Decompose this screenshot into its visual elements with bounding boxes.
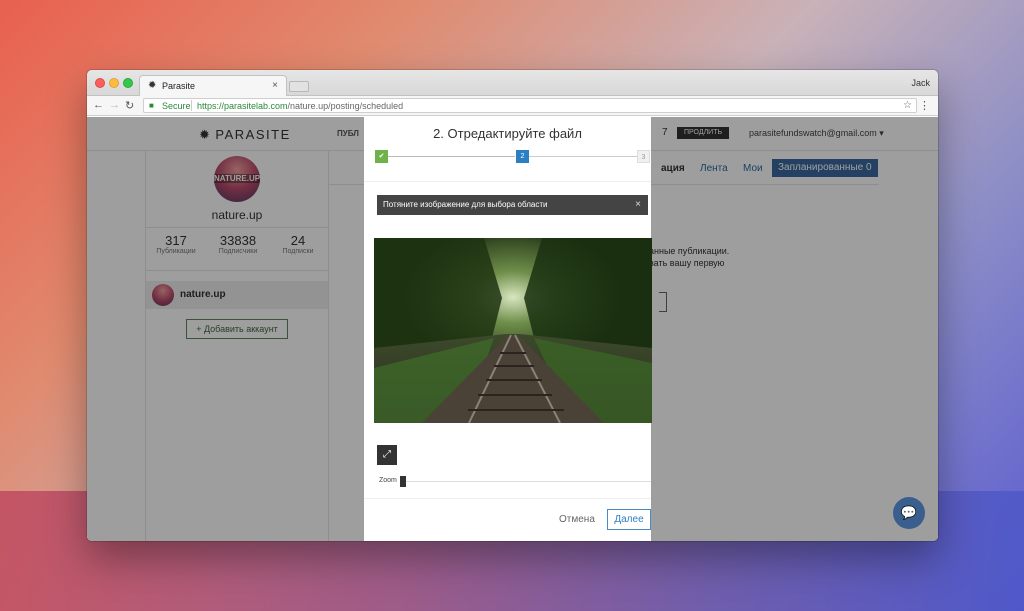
modal-title: 2. Отредактируйте файл xyxy=(433,126,582,141)
railway-forest-photo xyxy=(374,238,652,423)
url-text: https://parasitelab.com/nature.up/postin… xyxy=(197,101,403,111)
secure-label: Secure xyxy=(162,101,191,111)
address-bar[interactable]: ■ Secure https://parasitelab.com/nature.… xyxy=(143,98,917,113)
step-2-active: 2 xyxy=(516,150,529,163)
expand-icon[interactable]: ⤢ xyxy=(377,445,397,465)
stepper: ✔ 2 3 xyxy=(375,150,650,164)
minimize-window-button[interactable] xyxy=(109,78,119,88)
url-path: /nature.up/posting/scheduled xyxy=(287,101,404,111)
hint-text: Потяните изображение для выбора области xyxy=(383,200,548,209)
page-content: ✹ PARASITE ПУБЛ 7 ПРОДЛИТЬ parasitefundsw… xyxy=(87,117,938,541)
edit-file-modal: 2. Отредактируйте файл ✔ 2 3 Потяните из… xyxy=(364,117,652,541)
zoom-slider[interactable] xyxy=(400,476,651,487)
maximize-window-button[interactable] xyxy=(123,78,133,88)
bookmark-star-icon[interactable]: ☆ xyxy=(903,100,912,111)
browser-tab[interactable]: ✹ Parasite × xyxy=(139,75,287,97)
close-icon[interactable]: × xyxy=(635,195,641,215)
url-host: https://parasitelab.com xyxy=(197,101,288,111)
browser-window: ✹ Parasite × Jack ← → ↻ ■ Secure https:/… xyxy=(87,70,938,541)
zoom-label: Zoom xyxy=(379,477,397,484)
step-connector xyxy=(529,156,641,157)
cancel-button[interactable]: Отмена xyxy=(559,514,595,525)
url-separator xyxy=(191,100,192,111)
step-3-pending: 3 xyxy=(637,150,650,163)
close-window-button[interactable] xyxy=(95,78,105,88)
chat-bubble-icon[interactable]: 💬 xyxy=(893,497,925,529)
zoom-slider-handle[interactable] xyxy=(400,476,406,487)
new-tab-button[interactable] xyxy=(289,81,309,92)
back-arrow-icon[interactable]: ← xyxy=(93,99,104,111)
browser-menu-icon[interactable]: ⋮ xyxy=(919,99,930,112)
lock-icon: ■ xyxy=(149,101,154,110)
divider xyxy=(364,181,651,182)
reload-icon[interactable]: ↻ xyxy=(125,99,134,112)
profile-name[interactable]: Jack xyxy=(911,78,930,88)
divider xyxy=(364,498,651,499)
step-1-done: ✔ xyxy=(375,150,388,163)
next-button[interactable]: Далее xyxy=(607,509,651,530)
step-connector xyxy=(388,156,515,157)
crop-image[interactable] xyxy=(374,238,652,423)
tab-title: Parasite xyxy=(162,81,196,91)
tab-strip: ✹ Parasite × Jack xyxy=(87,70,938,97)
forward-arrow-icon[interactable]: → xyxy=(109,99,120,111)
parasite-favicon-icon: ✹ xyxy=(148,80,157,91)
browser-toolbar: ← → ↻ ■ Secure https://parasitelab.com/n… xyxy=(87,96,938,116)
tab-close-icon[interactable]: × xyxy=(272,80,278,91)
drag-hint-bar: Потяните изображение для выбора области … xyxy=(377,195,648,215)
